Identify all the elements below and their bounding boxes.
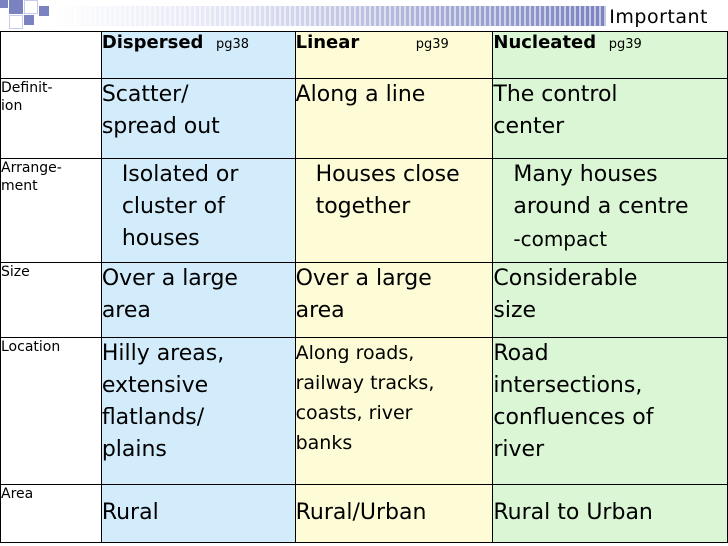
cell-dispersed: Over a large area [100,262,296,338]
decor-square [0,0,8,8]
cell-nucleated: Rural to Urban [492,484,728,543]
decor-square [39,6,49,16]
cell-text-line: Size [1,264,30,280]
row-definition: Definit-ion Scatter/spread out Along a l… [0,78,728,159]
cell-text-line: Rural/Urban [295,500,427,525]
cell-nucleated: Many houses around a centre -compact [492,158,728,263]
cell-text-line: railway tracks, [295,372,435,394]
cell-text-line: Road [493,341,549,366]
row-label: Definit-ion [0,78,102,159]
cell-text-line: size [493,298,537,323]
cell-text-line: Arrange- [1,160,62,176]
decor-square [9,15,23,29]
cell-text-line: The control [493,82,618,107]
cell-text-line: spread out [101,114,220,139]
cell-text-line: Hilly areas, [101,341,225,366]
row-arrangement: Arrange-ment Isolated or cluster of houses… [0,158,728,263]
cell-text-line: Along roads, [295,342,415,364]
page-ref: pg39 [415,37,449,52]
cell-dispersed: Scatter/spread out [100,78,296,159]
cell-linear: Along roads, railway tracks, coasts, river… [294,337,494,485]
cell-text-line: Rural [101,500,159,525]
column-title: Nucleated [493,32,597,53]
cell-text-line: -compact [513,227,608,251]
column-title: Linear [295,32,360,53]
page-ref: pg38 [215,37,250,52]
cell-text-line: flatlands/ [101,405,205,430]
cell-text-line: Considerable [493,266,638,291]
column-header-nucleated: Nucleated pg39 [492,31,728,79]
corner-cell [0,31,102,79]
cell-text-line: together [315,194,411,219]
cell-text-line: intersections, [493,373,643,398]
decor-square [24,0,38,14]
cell-nucleated: The control center [492,78,728,159]
cell-text-line: center [493,114,565,139]
cell-text-line: extensive [101,373,209,398]
cell-text-line: around a centre [513,194,689,219]
cell-text-line: Over a large [295,266,432,291]
cell-linear: Rural/Urban [294,484,494,543]
page-ref: pg39 [608,37,642,52]
gradient-strip [54,6,606,26]
cell-text-line: houses [121,226,200,251]
column-header-dispersed: Dispersed pg38 [100,31,296,79]
cell-text-line: ion [1,98,23,114]
row-location: Location Hilly areas, extensive flatlands/… [0,337,728,485]
settlement-table: Dispersed pg38 Linear pg39 Nucleated pg3… [0,31,728,543]
cell-text-line: Isolated or [121,162,239,187]
cell-text-line: river [493,437,545,462]
column-title: Dispersed [101,32,204,53]
row-size: Size Over a large area Over a large area C… [0,262,728,338]
row-label: Location [0,337,102,485]
cell-dispersed: Hilly areas, extensive flatlands/plains [100,337,296,485]
cell-text-line: Many houses [513,162,658,187]
cell-linear: Houses close together [294,158,494,263]
cell-text-line: Area [1,486,34,502]
decor-square [9,0,23,14]
cell-text-line: Along a line [295,82,426,107]
row-label: Arrange-ment [0,158,102,263]
row-label: Size [0,262,102,338]
cell-text-line: Scatter/ [101,82,189,107]
cell-text-line: area [101,298,151,323]
cell-dispersed: Rural [100,484,296,543]
cell-text-line: area [295,298,345,323]
cell-dispersed: Isolated or cluster of houses [100,158,296,263]
cell-nucleated: Road intersections, confluences of river [492,337,728,485]
cell-text-line: cluster of [121,194,225,219]
cell-text-line: Over a large [101,266,238,291]
cell-text-line: confluences of [493,405,654,430]
cell-text-line: coasts, river [295,402,413,424]
important-label: Important [609,6,708,28]
cell-text-line: banks [295,432,353,454]
cell-linear: Along a line [294,78,494,159]
decor-square [24,15,34,25]
cell-text-line: Houses close [315,162,460,187]
cell-nucleated: Considerable size [492,262,728,338]
column-header-linear: Linear pg39 [294,31,494,79]
cell-text-line: Location [1,339,61,355]
row-label: Area [0,484,102,543]
cell-text-line: plains [101,437,167,462]
cell-text-line: Definit- [1,80,53,96]
row-area: Area Rural Rural/Urban Rural to Urban [0,484,728,543]
cell-text-line: ment [1,178,38,194]
header-row: Dispersed pg38 Linear pg39 Nucleated pg3… [0,31,728,79]
cell-text-line: Rural to Urban [493,500,653,525]
cell-linear: Over a large area [294,262,494,338]
